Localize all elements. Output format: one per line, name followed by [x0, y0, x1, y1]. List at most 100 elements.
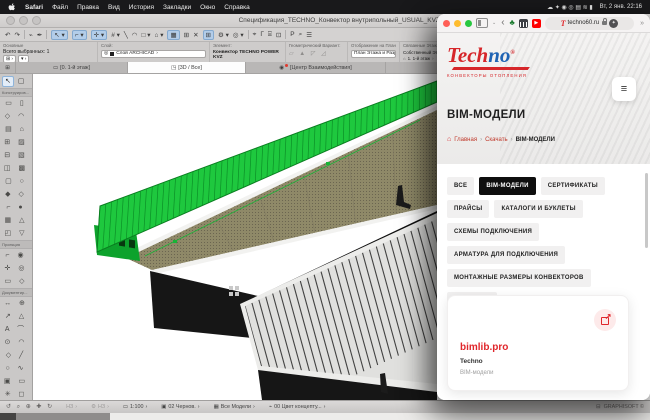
menu-help[interactable]: Справка: [224, 4, 250, 11]
scale-selector[interactable]: ▭ 1:100›: [123, 404, 147, 410]
menu-safari[interactable]: Safari: [25, 4, 43, 11]
hamburger-menu-button[interactable]: ≡: [612, 77, 636, 101]
zoom-button[interactable]: [465, 20, 472, 27]
zoom-button[interactable]: [32, 16, 41, 25]
filter-bim-models[interactable]: BIM-МОДЕЛИ: [479, 177, 535, 195]
arrow-tool-dropdown[interactable]: ↖ ▾: [51, 30, 68, 40]
menu-history[interactable]: История: [129, 4, 154, 11]
undo-icon[interactable]: ↶: [5, 31, 10, 39]
webpage: Techno® КОНВЕКТОРЫ ОТОПЛЕНИЯ ≡ BIM-МОДЕЛ…: [437, 33, 650, 400]
close-button[interactable]: [443, 20, 450, 27]
table-icon[interactable]: ⊞: [184, 31, 189, 39]
registered-mark: ®: [510, 50, 514, 56]
extension-icon[interactable]: ✦: [609, 19, 618, 28]
publisher-icon[interactable]: Р: [290, 31, 294, 38]
breadcrumb: ⌂ Главная › Скачать › BIM-МОДЕЛИ: [447, 136, 555, 143]
graphic-override-selector[interactable]: ⌁ 00 Цвет концепту...›: [269, 404, 326, 410]
eye-icon[interactable]: ◎: [104, 51, 108, 56]
layer-selector[interactable]: ◎ Слой ARCHICAD ›: [101, 50, 206, 58]
arc-tool-icon[interactable]: ◠: [132, 31, 138, 39]
tab-3d-all[interactable]: ◳ [3D / Все]: [128, 62, 246, 73]
schedule-icon[interactable]: ▦: [167, 30, 179, 40]
marquee-tool[interactable]: ▢: [16, 77, 27, 86]
element-name[interactable]: Конвектор TECHNO POWER KVZ: [213, 50, 282, 61]
toolbox-section-document[interactable]: Документир...: [0, 288, 32, 297]
quick-option-fill[interactable]: ⚙ НЗ›: [91, 404, 109, 410]
select-tool[interactable]: ↖: [2, 76, 14, 87]
apple-icon[interactable]: [8, 3, 16, 12]
box-tool-dropdown[interactable]: □ ▾: [141, 31, 150, 39]
pinned-tab-chart-icon[interactable]: [519, 19, 528, 28]
bimlib-card[interactable]: ↗ bimlib.pro Techno BIM-модели: [447, 295, 629, 391]
card-title-link[interactable]: bimlib.pro: [460, 342, 508, 353]
floorplan-display-selector[interactable]: План Этажа и Разрез... ›: [351, 50, 396, 58]
filter-all[interactable]: ВСЕ: [447, 177, 474, 195]
story-name[interactable]: 1. 1-й этаж: [408, 56, 431, 61]
move-tool-dropdown[interactable]: ✛ ▾: [91, 30, 108, 40]
menu-clock[interactable]: Вт, 2 янв. 22:16: [600, 4, 642, 10]
render-dropdown[interactable]: ◎ ▾: [233, 31, 244, 39]
redo-icon[interactable]: ↷: [14, 31, 19, 39]
find-icon[interactable]: ⌕: [299, 31, 303, 39]
url-text: techno60.ru: [568, 20, 600, 26]
filter-certificates[interactable]: СЕРТИФИКАТЫ: [541, 177, 605, 195]
line-tool-icon[interactable]: ╲: [124, 31, 128, 39]
tab-interaction-center[interactable]: ◉ [Центр Взаимодействия]: [246, 62, 386, 73]
toolbar-overflow-icon[interactable]: »: [640, 20, 644, 27]
grid-view-icon[interactable]: ⊞: [203, 30, 214, 40]
toolbox-section-design[interactable]: Конструиров...: [0, 88, 32, 97]
info-section-geometry: Геометрический Вариант: ▱ ▲ ◸ ◿: [286, 42, 348, 64]
quick-option-pen[interactable]: НЗ›: [66, 404, 77, 410]
view-navigation-icons[interactable]: ↺ ⌕ ⊕ ✚ ↻: [6, 403, 54, 411]
detail-icon[interactable]: ⊡: [276, 31, 281, 39]
model-view-selector[interactable]: ▦ Все Модели›: [214, 404, 255, 410]
menu-edit[interactable]: Правка: [77, 4, 99, 11]
techno-logo[interactable]: Techno® КОНВЕКТОРЫ ОТОПЛЕНИЯ: [447, 45, 529, 78]
address-bar[interactable]: T techno60.ru ✦: [545, 17, 634, 30]
menu-file[interactable]: Файл: [52, 4, 68, 11]
filter-mounting-dimensions[interactable]: МОНТАЖНЫЕ РАЗМЕРЫ КОНВЕКТОРОВ: [447, 269, 591, 287]
menu-window[interactable]: Окно: [200, 4, 215, 11]
minimize-button[interactable]: [19, 16, 28, 25]
tab-overview-button[interactable]: ⊞: [0, 62, 16, 73]
external-link-button[interactable]: ↗: [594, 309, 616, 331]
organizer-icon[interactable]: ☰: [306, 31, 312, 39]
breadcrumb-home-link[interactable]: Главная: [454, 137, 477, 143]
toolbox-section-projection[interactable]: Проекция: [0, 240, 32, 249]
inject-parameters-icon[interactable]: ✒: [37, 31, 42, 39]
back-button[interactable]: ‹: [501, 18, 504, 28]
menu-bookmarks[interactable]: Закладки: [163, 4, 191, 11]
camera-icon[interactable]: ⌸: [268, 31, 272, 39]
sidebar-icon[interactable]: [476, 18, 488, 28]
filter-connection-schemes[interactable]: СХЕМЫ ПОДКЛЮЧЕНИЯ: [447, 223, 539, 241]
delete-icon[interactable]: ✕: [193, 31, 198, 39]
filter-prices[interactable]: ПРАЙСЫ: [447, 200, 489, 218]
close-button[interactable]: [6, 16, 15, 25]
status-icons[interactable]: ☁ ✦ ◉ ◎ ▤ ≋ ▮: [547, 4, 593, 11]
pick-parameters-icon[interactable]: ⌁: [29, 31, 33, 39]
tab-floor-plan[interactable]: ▭ [0. 1-й этаж]: [16, 62, 128, 73]
minimize-button[interactable]: [454, 20, 461, 27]
scrollbar[interactable]: [645, 173, 648, 248]
printer-icon[interactable]: ⊟: [596, 404, 601, 410]
home-icon[interactable]: ⌂: [447, 136, 451, 143]
filter-catalogs[interactable]: КАТАЛОГИ И БУКЛЕТЫ: [494, 200, 582, 218]
document-tools-grid[interactable]: ↔ ⊕ ↗ △ A ⌒ ⊙ ◠ ◇ ╱ ○ ∿ ▣ ▭ ✳ ◻: [0, 297, 32, 400]
filter-fittings[interactable]: АРМАТУРА ДЛЯ ПОДКЛЮЧЕНИЯ: [447, 246, 565, 264]
marker-icon[interactable]: ⌖: [253, 31, 257, 39]
pinned-tab-youtube-icon[interactable]: ▶: [532, 19, 541, 28]
projection-tools-grid[interactable]: ⌐ ◉ ✛ ◎ ▭ ◇: [0, 249, 32, 288]
roof-tool-dropdown[interactable]: ⌂ ▾: [154, 31, 163, 39]
chevron-down-icon[interactable]: ⌄: [492, 20, 496, 26]
layer-combination-selector[interactable]: ▣ 02 Чернов.›: [161, 404, 199, 410]
menu-view[interactable]: Вид: [108, 4, 120, 11]
grid-snap-dropdown[interactable]: # ▾: [111, 31, 120, 39]
pinned-tab-tree-icon[interactable]: ♣: [510, 19, 515, 27]
section-icon[interactable]: Γ: [260, 31, 264, 38]
marquee-tool-dropdown[interactable]: ⌐ ▾: [72, 30, 87, 40]
design-tools-grid[interactable]: ▭ ▯ ◇ ◠ ▤ ⌂ ⊞ ▨ ⊟ ▧ ◫ ▩ ▢ ○ ◆ ◇ ⌐ ● ▦ △ …: [0, 97, 32, 240]
settings-dropdown[interactable]: ⚙ ▾: [218, 31, 229, 39]
breadcrumb-download-link[interactable]: Скачать: [485, 137, 508, 143]
archicad-toolbox: ↖ ▢ Конструиров... ▭ ▯ ◇ ◠ ▤ ⌂ ⊞ ▨ ⊟ ▧ ◫…: [0, 74, 33, 400]
geometry-method-icons[interactable]: ▱ ▲ ◸ ◿: [289, 50, 344, 57]
